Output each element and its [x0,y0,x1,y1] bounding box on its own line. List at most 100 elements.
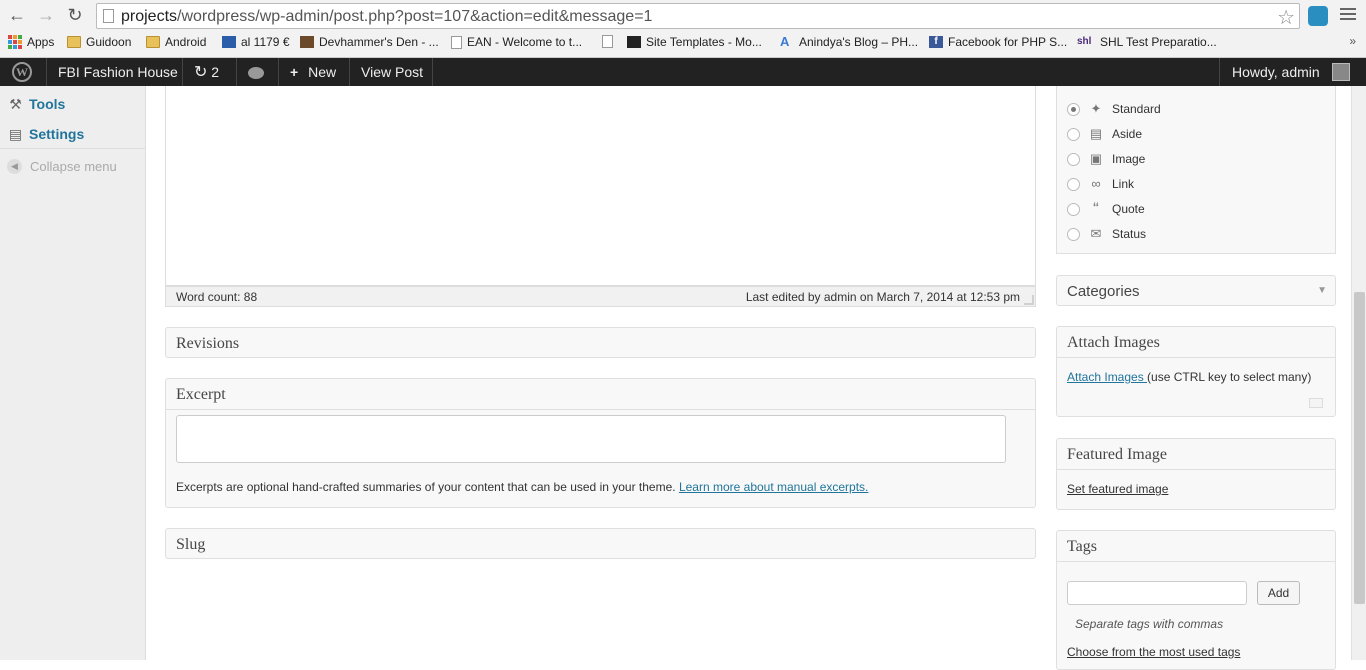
excerpt-box: Excerpt Excerpts are optional hand-craft… [165,378,1036,508]
slug-box[interactable]: Slug [165,528,1036,559]
tags-title[interactable]: Tags [1067,538,1097,556]
bookmarks-bar: Apps Guidoon Android al 1179 € Devhammer… [0,32,1366,54]
excerpt-help: Excerpts are optional hand-crafted summa… [176,480,869,494]
settings-sliders-icon: ▤ [8,125,23,142]
format-option-image[interactable]: ▣ Image [1067,151,1145,167]
radio-standard[interactable] [1067,102,1080,116]
collapse-menu-button[interactable]: ◀ Collapse menu [7,159,117,174]
browser-chrome: ← → ↻ projects/wordpress/wp-admin/post.p… [0,0,1366,58]
status-speech-icon: ✉ [1090,226,1102,241]
comments-link[interactable] [238,58,274,86]
attach-images-row: Attach Images (use CTRL key to select ma… [1067,370,1312,384]
tags-box: Tags Add Separate tags with commas Choos… [1056,530,1336,670]
facebook-icon: f [929,36,943,48]
bookmark-site-templates[interactable]: Site Templates - Mo... [627,35,762,49]
menu-item-settings[interactable]: ▤ Settings [0,120,145,148]
format-option-status[interactable]: ✉ Status [1067,226,1146,242]
post-content-editor[interactable] [165,86,1036,286]
link-chain-icon: ∞ [1091,176,1101,191]
last-edited: Last edited by admin on March 7, 2014 at… [745,290,1020,304]
format-option-quote[interactable]: “ Quote [1067,199,1145,218]
wp-admin-bar: W FBI Fashion House ↻ 2 + New View Post … [0,58,1366,86]
toggle-arrow-icon[interactable]: ▼ [1317,285,1327,296]
bookmark-devhammer[interactable]: Devhammer's Den - ... [300,35,439,49]
site-favicon [222,36,236,48]
plus-icon: + [290,64,299,80]
page-icon [451,35,462,49]
site-favicon: A [780,34,790,49]
set-featured-image-link[interactable]: Set featured image [1067,482,1168,496]
url-text: projects/wordpress/wp-admin/post.php?pos… [121,8,653,25]
bookmark-ean[interactable]: EAN - Welcome to t... [451,35,582,49]
radio-link[interactable] [1067,177,1080,191]
attach-images-box: Attach Images Attach Images (use CTRL ke… [1056,326,1336,417]
browser-menu-icon[interactable] [1340,6,1356,22]
format-option-standard[interactable]: ✦ Standard [1067,101,1161,117]
format-option-aside[interactable]: ▤ Aside [1067,126,1142,142]
collapse-arrow-icon: ◀ [7,159,22,174]
page-icon [103,9,114,23]
slug-title: Slug [176,536,206,553]
tags-input[interactable] [1067,581,1247,605]
bookmark-shl[interactable]: shl SHL Test Preparatio... [1077,35,1217,49]
resize-handle-icon[interactable] [1024,295,1034,305]
updates-link[interactable]: ↻ 2 [184,58,229,86]
apps-grid-icon [8,35,22,49]
menu-item-tools[interactable]: ⚒ Tools [0,90,145,118]
radio-status[interactable] [1067,227,1080,241]
extension-icon[interactable] [1308,6,1328,26]
revisions-box[interactable]: Revisions [165,327,1036,358]
page-icon [602,35,613,48]
bookmark-android[interactable]: Android [146,35,206,49]
bookmark-al[interactable]: al 1179 € [222,35,290,49]
radio-quote[interactable] [1067,202,1080,216]
quote-icon: “ [1093,199,1099,218]
bookmark-star-icon[interactable]: ☆ [1277,5,1295,30]
wordpress-logo-icon[interactable]: W [12,62,32,82]
bookmark-anindya[interactable]: A Anindya's Blog – PH... [780,35,918,49]
forward-button[interactable]: → [34,4,58,26]
revisions-title: Revisions [176,335,240,352]
bookmark-facebook[interactable]: f Facebook for PHP S... [929,35,1067,49]
most-used-tags-link[interactable]: Choose from the most used tags [1067,645,1240,659]
format-option-link[interactable]: ∞ Link [1067,176,1134,192]
bookmark-guidoon[interactable]: Guidoon [67,35,131,49]
address-bar[interactable]: projects/wordpress/wp-admin/post.php?pos… [96,3,1300,29]
avatar[interactable] [1332,63,1350,81]
excerpt-textarea[interactable] [176,415,1006,463]
admin-side-menu: ⚒ Tools ▤ Settings ◀ Collapse menu [0,86,146,660]
back-button[interactable]: ← [5,4,29,26]
categories-box[interactable]: Categories ▼ [1056,275,1336,306]
bookmark-apps[interactable]: Apps [8,35,54,49]
excerpt-learn-more-link[interactable]: Learn more about manual excerpts. [679,480,868,494]
site-name-link[interactable]: FBI Fashion House [48,58,188,86]
scrollbar-thumb[interactable] [1354,292,1365,604]
reload-button[interactable]: ↻ [63,4,87,26]
aside-document-icon: ▤ [1089,126,1103,141]
site-favicon [300,36,314,48]
page-scrollbar[interactable] [1351,86,1366,660]
editor-status-bar: Word count: 88 Last edited by admin on M… [165,286,1036,307]
site-favicon: shl [1077,36,1092,47]
featured-image-title[interactable]: Featured Image [1067,446,1167,464]
bookmark-blank[interactable] [602,35,613,48]
image-icon: ▣ [1089,151,1103,166]
word-count: Word count: 88 [176,290,258,304]
attach-images-title[interactable]: Attach Images [1067,334,1160,352]
attach-images-placeholder [1309,398,1323,408]
tags-add-button[interactable]: Add [1257,581,1300,605]
new-content-link[interactable]: + New [280,58,346,86]
featured-image-box: Featured Image Set featured image [1056,438,1336,510]
radio-aside[interactable] [1067,127,1080,141]
comments-icon [248,67,264,80]
attach-images-link[interactable]: Attach Images [1067,370,1147,384]
updates-icon: ↻ [194,64,208,81]
account-link[interactable]: Howdy, admin [1222,58,1330,86]
pushpin-icon: ✦ [1090,101,1102,116]
view-post-link[interactable]: View Post [351,58,433,86]
radio-image[interactable] [1067,152,1080,166]
folder-icon [146,36,160,48]
excerpt-title[interactable]: Excerpt [176,386,226,404]
tags-hint: Separate tags with commas [1075,617,1224,631]
bookmarks-overflow[interactable]: » [1349,34,1356,48]
